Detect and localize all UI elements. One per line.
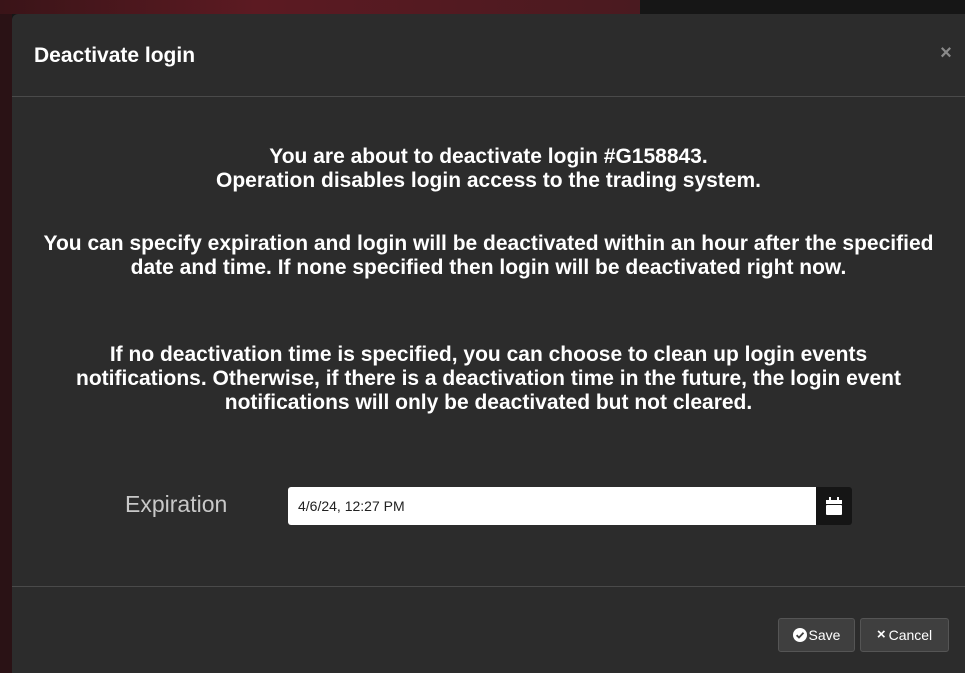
dialog-footer: Save × Cancel [12, 587, 965, 673]
expiration-date-input[interactable] [288, 487, 816, 525]
close-icon: × [940, 42, 952, 64]
cancel-button-label: Cancel [888, 627, 933, 643]
background-app-edge [0, 14, 12, 673]
cancel-button[interactable]: × Cancel [860, 618, 949, 652]
save-button-label: Save [808, 627, 841, 643]
expiration-label: Expiration [125, 491, 228, 517]
dialog-body: You are about to deactivate login #G1588… [12, 97, 965, 587]
dialog-title: Deactivate login [34, 44, 196, 67]
notifications-explanation-text: If no deactivation time is specified, yo… [76, 343, 901, 414]
cancel-x-icon: × [876, 626, 886, 644]
close-button[interactable]: × [933, 40, 959, 66]
background-app-strip [0, 0, 640, 14]
save-button[interactable]: Save [778, 618, 855, 652]
calendar-icon [826, 497, 842, 515]
expiration-explanation-text: You can specify expiration and login wil… [43, 232, 934, 279]
calendar-picker-button[interactable] [816, 487, 852, 525]
check-circle-icon [792, 628, 807, 643]
intro-text: You are about to deactivate login #G1588… [216, 145, 761, 192]
deactivate-login-dialog: Deactivate login × You are about to deac… [12, 14, 965, 673]
dialog-header: Deactivate login × [12, 14, 965, 97]
